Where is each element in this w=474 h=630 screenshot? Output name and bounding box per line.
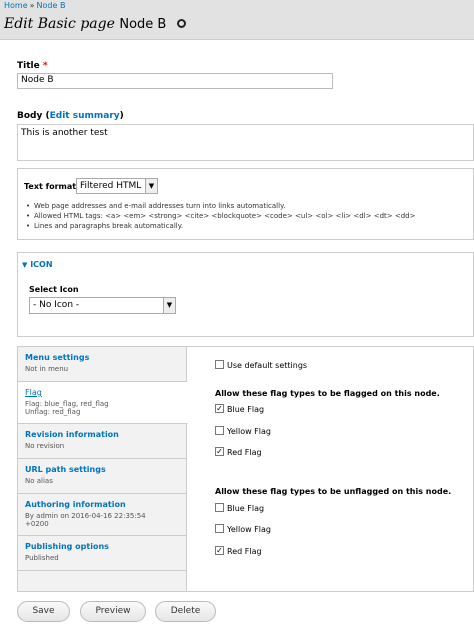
flag-heading: Allow these flag types to be flagged on … bbox=[215, 389, 440, 398]
flag-option-row: ✓ Red Flag bbox=[215, 447, 262, 457]
body-label-text: Body bbox=[17, 111, 43, 121]
breadcrumb: Home» Node B bbox=[4, 1, 65, 10]
chevron-down-icon: ▼ bbox=[163, 298, 175, 313]
page-header: Home» Node B Edit Basic page Node B bbox=[0, 0, 474, 40]
icon-select-selected: - No Icon - bbox=[33, 300, 80, 310]
tip-item: Web page addresses and e-mail addresses … bbox=[26, 202, 415, 210]
vtab-title: Flag bbox=[25, 388, 42, 397]
page-title-node: Node B bbox=[119, 17, 167, 32]
vertical-tab-list: Menu settings Not in menu Flag Flag: blu… bbox=[18, 347, 188, 591]
gear-icon[interactable] bbox=[176, 18, 186, 28]
unflag-blue-checkbox[interactable] bbox=[215, 503, 224, 512]
unflag-red-checkbox[interactable]: ✓ bbox=[215, 546, 224, 555]
vtab-title: Publishing options bbox=[25, 542, 109, 551]
vtab-authoring-information[interactable]: Authoring information By admin on 2016-0… bbox=[18, 494, 187, 536]
text-format-wrapper: Text format Filtered HTML ▼ Web page add… bbox=[17, 168, 474, 240]
vtab-title: URL path settings bbox=[25, 465, 106, 474]
use-default-settings-label: Use default settings bbox=[227, 361, 308, 370]
unflag-option-row: ✓ Red Flag bbox=[215, 546, 262, 556]
title-label-text: Title bbox=[17, 61, 40, 71]
vtab-revision-information[interactable]: Revision information No revision bbox=[18, 424, 187, 459]
text-format-selected: Filtered HTML bbox=[80, 181, 142, 191]
unflag-option-label: Red Flag bbox=[227, 547, 262, 556]
flag-option-label: Yellow Flag bbox=[227, 427, 271, 436]
required-marker: * bbox=[42, 61, 48, 71]
vtab-publishing-options[interactable]: Publishing options Published bbox=[18, 536, 187, 571]
vtab-title: Authoring information bbox=[25, 500, 126, 509]
tip-item: Allowed HTML tags: <a> <em> <strong> <ci… bbox=[26, 212, 415, 220]
icon-fieldset-legend-text: ICON bbox=[30, 260, 53, 269]
breadcrumb-home-link[interactable]: Home bbox=[4, 1, 28, 10]
preview-button[interactable]: Preview bbox=[80, 601, 146, 622]
breadcrumb-node-link[interactable]: Node B bbox=[37, 1, 66, 10]
delete-button[interactable]: Delete bbox=[155, 601, 216, 622]
flag-yellow-checkbox[interactable] bbox=[215, 426, 224, 435]
unflag-yellow-checkbox[interactable] bbox=[215, 524, 224, 533]
vtab-url-path-settings[interactable]: URL path settings No alias bbox=[18, 459, 187, 494]
edit-summary-link[interactable]: Edit summary bbox=[50, 111, 120, 121]
flag-option-row: Yellow Flag bbox=[215, 426, 271, 436]
unflag-heading: Allow these flag types to be unflagged o… bbox=[215, 487, 452, 496]
flag-option-label: Blue Flag bbox=[227, 405, 265, 414]
body-label-paren-open: ( bbox=[42, 111, 50, 121]
unflag-option-row: Yellow Flag bbox=[215, 524, 271, 534]
flag-option-row: ✓ Blue Flag bbox=[215, 404, 265, 414]
body-label: Body (Edit summary) bbox=[17, 111, 124, 121]
page-title-prefix: Edit Basic page bbox=[4, 16, 115, 32]
use-default-settings-checkbox[interactable] bbox=[215, 360, 224, 369]
body-textarea[interactable]: This is another test bbox=[17, 124, 474, 161]
page-title: Edit Basic page Node B bbox=[4, 16, 186, 32]
vtab-summary: No alias bbox=[25, 477, 53, 485]
text-format-select[interactable]: Filtered HTML ▼ bbox=[76, 178, 158, 194]
vtab-summary: Published bbox=[25, 554, 59, 562]
breadcrumb-separator: » bbox=[29, 1, 35, 10]
vtab-title: Revision information bbox=[25, 430, 119, 439]
vtab-summary-line: By admin on 2016-04-16 22:35:54 bbox=[25, 512, 146, 520]
save-button[interactable]: Save bbox=[17, 601, 70, 622]
icon-fieldset: ▼ ICON Select Icon - No Icon - ▼ bbox=[17, 252, 474, 337]
vertical-tabs: Menu settings Not in menu Flag Flag: blu… bbox=[17, 346, 474, 592]
title-input[interactable]: Node B bbox=[17, 73, 333, 89]
vtab-menu-settings[interactable]: Menu settings Not in menu bbox=[18, 347, 187, 382]
flag-blue-checkbox[interactable]: ✓ bbox=[215, 404, 224, 413]
tip-item: Lines and paragraphs break automatically… bbox=[26, 222, 415, 230]
vtab-summary: Not in menu bbox=[25, 365, 69, 373]
chevron-down-icon: ▼ bbox=[145, 179, 157, 193]
text-format-label: Text format bbox=[24, 182, 77, 191]
flag-pane: Use default settings Allow these flag ty… bbox=[215, 347, 474, 591]
triangle-down-icon: ▼ bbox=[22, 261, 28, 269]
flag-option-label: Red Flag bbox=[227, 448, 262, 457]
unflag-option-label: Blue Flag bbox=[227, 504, 265, 513]
vtab-summary: No revision bbox=[25, 442, 65, 450]
vtab-summary-line: Unflag: red_flag bbox=[25, 408, 81, 417]
vtab-summary: By admin on 2016-04-16 22:35:54 +0200 bbox=[25, 512, 180, 529]
vtab-flag[interactable]: Flag Flag: blue_flag, red_flag Unflag: re… bbox=[18, 382, 188, 424]
vtab-title: Menu settings bbox=[25, 353, 90, 362]
body-label-paren-close: ) bbox=[119, 111, 124, 121]
vtab-summary: Flag: blue_flag, red_flag Unflag: red_fla… bbox=[25, 400, 180, 417]
use-default-settings-row: Use default settings bbox=[215, 360, 308, 370]
title-label: Title * bbox=[17, 61, 48, 71]
unflag-option-row: Blue Flag bbox=[215, 503, 265, 513]
text-format-tips: Web page addresses and e-mail addresses … bbox=[26, 202, 415, 232]
flag-red-checkbox[interactable]: ✓ bbox=[215, 447, 224, 456]
vtab-summary-line: +0200 bbox=[25, 520, 49, 529]
icon-fieldset-legend[interactable]: ▼ ICON bbox=[22, 260, 53, 269]
unflag-option-label: Yellow Flag bbox=[227, 525, 271, 534]
vtab-summary-line: Flag: blue_flag, red_flag bbox=[25, 400, 109, 408]
icon-select[interactable]: - No Icon - ▼ bbox=[29, 297, 176, 314]
select-icon-label: Select Icon bbox=[29, 285, 79, 294]
